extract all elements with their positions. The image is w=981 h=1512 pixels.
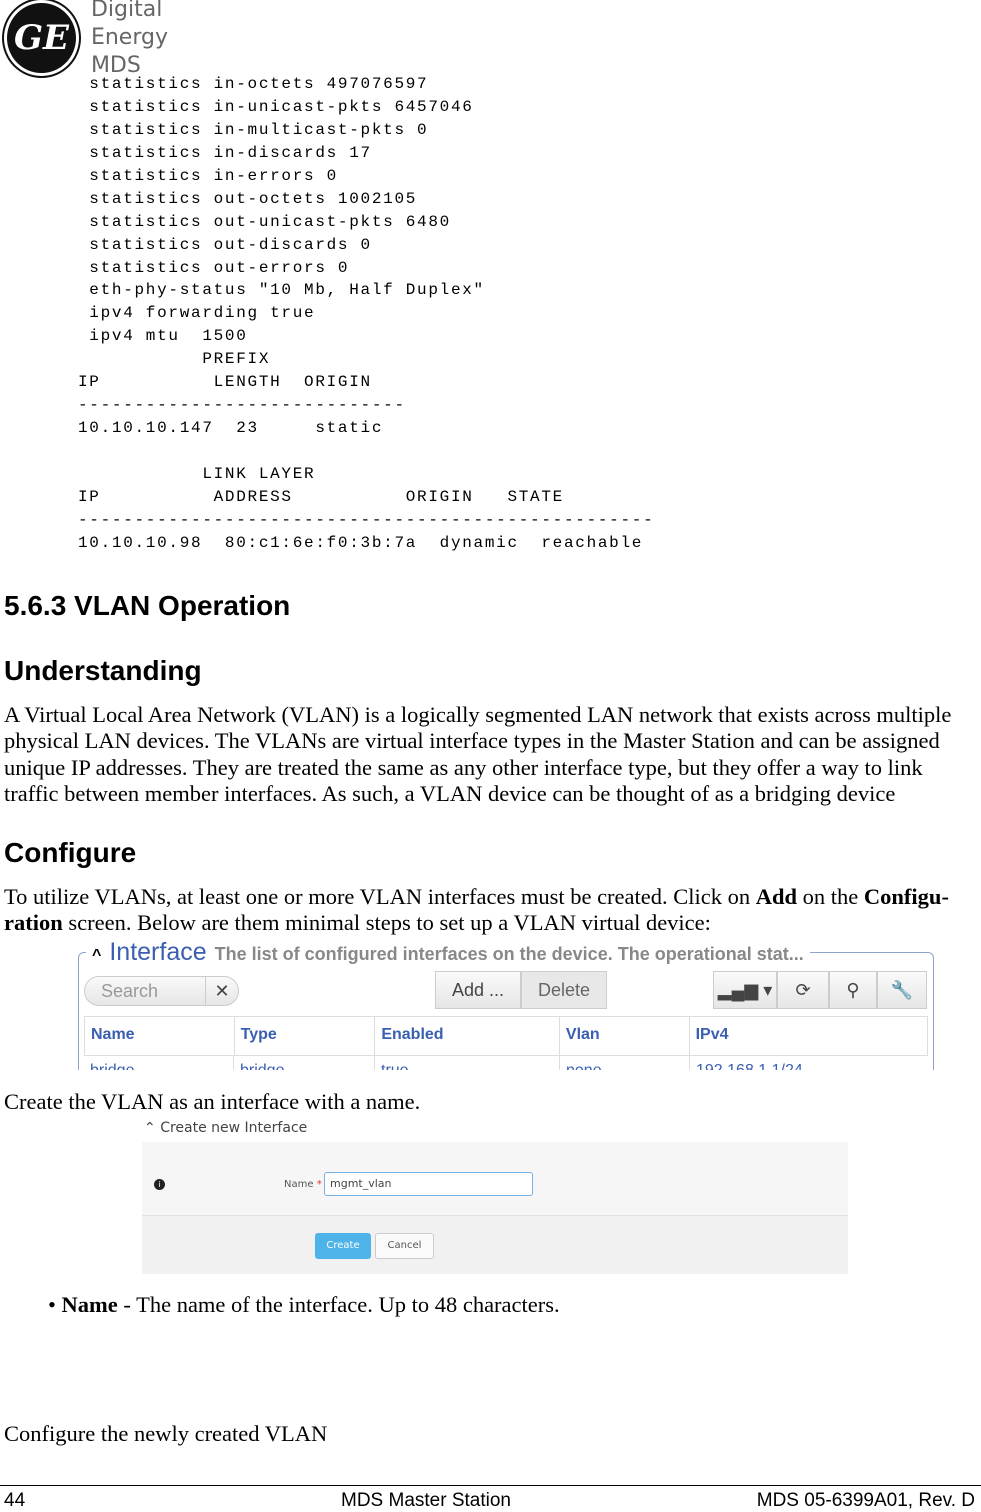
cli-line	[78, 440, 654, 463]
doc-number: MDS 05-6399A01, Rev. D	[756, 1490, 975, 1511]
cli-line: PREFIX	[78, 350, 271, 369]
ge-logo: GE Digital Energy MDS	[4, 0, 244, 78]
cli-line: statistics in-unicast-pkts 6457046	[78, 97, 474, 116]
cli-line: statistics in-discards 17	[78, 143, 372, 162]
footer-title: MDS Master Station	[341, 1490, 511, 1511]
cli-line: ----------------------------------------…	[78, 510, 655, 529]
ge-monogram: GE	[4, 0, 79, 76]
interface-title: Interface	[109, 938, 207, 966]
page-number: 44	[4, 1490, 26, 1511]
cli-line: statistics out-unicast-pkts 6480	[78, 212, 451, 231]
search-input[interactable]: Search	[84, 976, 206, 1006]
table-row[interactable]: bridge bridge true none 192.168.1.1/24	[84, 1056, 928, 1070]
refresh-icon[interactable]: ⟳	[777, 971, 829, 1009]
cli-line: statistics in-octets 497076597	[78, 75, 429, 93]
collapse-icon[interactable]: ⌃	[144, 1120, 156, 1136]
bullet-name: • Name - The name of the interface. Up t…	[48, 1292, 560, 1317]
cli-line: ipv4 forwarding true	[78, 304, 316, 323]
cli-line: statistics in-errors 0	[78, 166, 338, 185]
cli-line: LINK LAYER	[78, 464, 316, 483]
cli-output: statistics in-octets 497076597 statistic…	[78, 73, 654, 555]
col-vlan[interactable]: Vlan	[560, 1017, 690, 1055]
col-name[interactable]: Name	[85, 1017, 235, 1055]
info-icon[interactable]: i	[154, 1179, 165, 1190]
create-title: Create new Interface	[160, 1120, 308, 1136]
collapse-icon[interactable]: ^	[92, 947, 101, 965]
name-label: Name	[284, 1179, 314, 1190]
create-interface-screenshot: ⌃ Create new Interface i Name * mgmt_vla…	[142, 1118, 848, 1274]
cancel-button[interactable]: Cancel	[375, 1233, 434, 1259]
cli-line: eth-phy-status "10 Mb, Half Duplex"	[78, 281, 485, 300]
cli-line: 10.10.10.98 80:c1:6e:f0:3b:7a dynamic re…	[78, 533, 644, 552]
name-input[interactable]: mgmt_vlan	[324, 1172, 533, 1196]
table-header: Name Type Enabled Vlan IPv4	[84, 1016, 928, 1056]
cli-line: IP ADDRESS ORIGIN STATE	[78, 487, 564, 506]
col-enabled[interactable]: Enabled	[375, 1017, 560, 1055]
interface-screenshot: ^ Interface The list of configured interfa…	[76, 938, 936, 1070]
page-footer: 44 MDS Master Station MDS 05-6399A01, Re…	[0, 1485, 981, 1511]
cli-line: statistics in-multicast-pkts 0	[78, 120, 429, 139]
understanding-text: A Virtual Local Area Network (VLAN) is a…	[4, 702, 952, 806]
cli-line: statistics out-discards 0	[78, 235, 372, 254]
col-ipv4[interactable]: IPv4	[690, 1017, 927, 1055]
understanding-heading: Understanding	[4, 655, 202, 686]
configure-caption: Configure the newly created VLAN	[4, 1421, 328, 1446]
create-caption: Create the VLAN as an interface with a n…	[4, 1089, 421, 1114]
configure-text: To utilize VLANs, at least one or more V…	[4, 884, 949, 936]
cli-line: IP LENGTH ORIGIN	[78, 373, 372, 392]
cli-line: -----------------------------	[78, 396, 406, 415]
add-button[interactable]: Add ...	[435, 971, 521, 1009]
clear-search-button[interactable]: ✕	[205, 976, 239, 1006]
signal-dropdown-icon[interactable]: ▂▄▆ ▾	[713, 971, 777, 1009]
cli-line: statistics out-errors 0	[78, 258, 350, 277]
search-icon[interactable]: ⚲	[829, 971, 877, 1009]
cli-line: ipv4 mtu 1500	[78, 327, 248, 346]
cli-line: statistics out-octets 1002105	[78, 189, 418, 208]
create-button[interactable]: Create	[315, 1233, 371, 1259]
delete-button[interactable]: Delete	[521, 971, 607, 1009]
wrench-icon[interactable]: 🔧	[877, 971, 927, 1009]
interface-subtitle: The list of configured interfaces on the…	[214, 944, 804, 964]
brand-name: Digital Energy	[90, 0, 168, 50]
configure-heading: Configure	[4, 837, 137, 868]
col-type[interactable]: Type	[235, 1017, 376, 1055]
cli-line: 10.10.10.147 23 static	[78, 419, 384, 438]
section-title: 5.6.3 VLAN Operation	[4, 590, 291, 621]
